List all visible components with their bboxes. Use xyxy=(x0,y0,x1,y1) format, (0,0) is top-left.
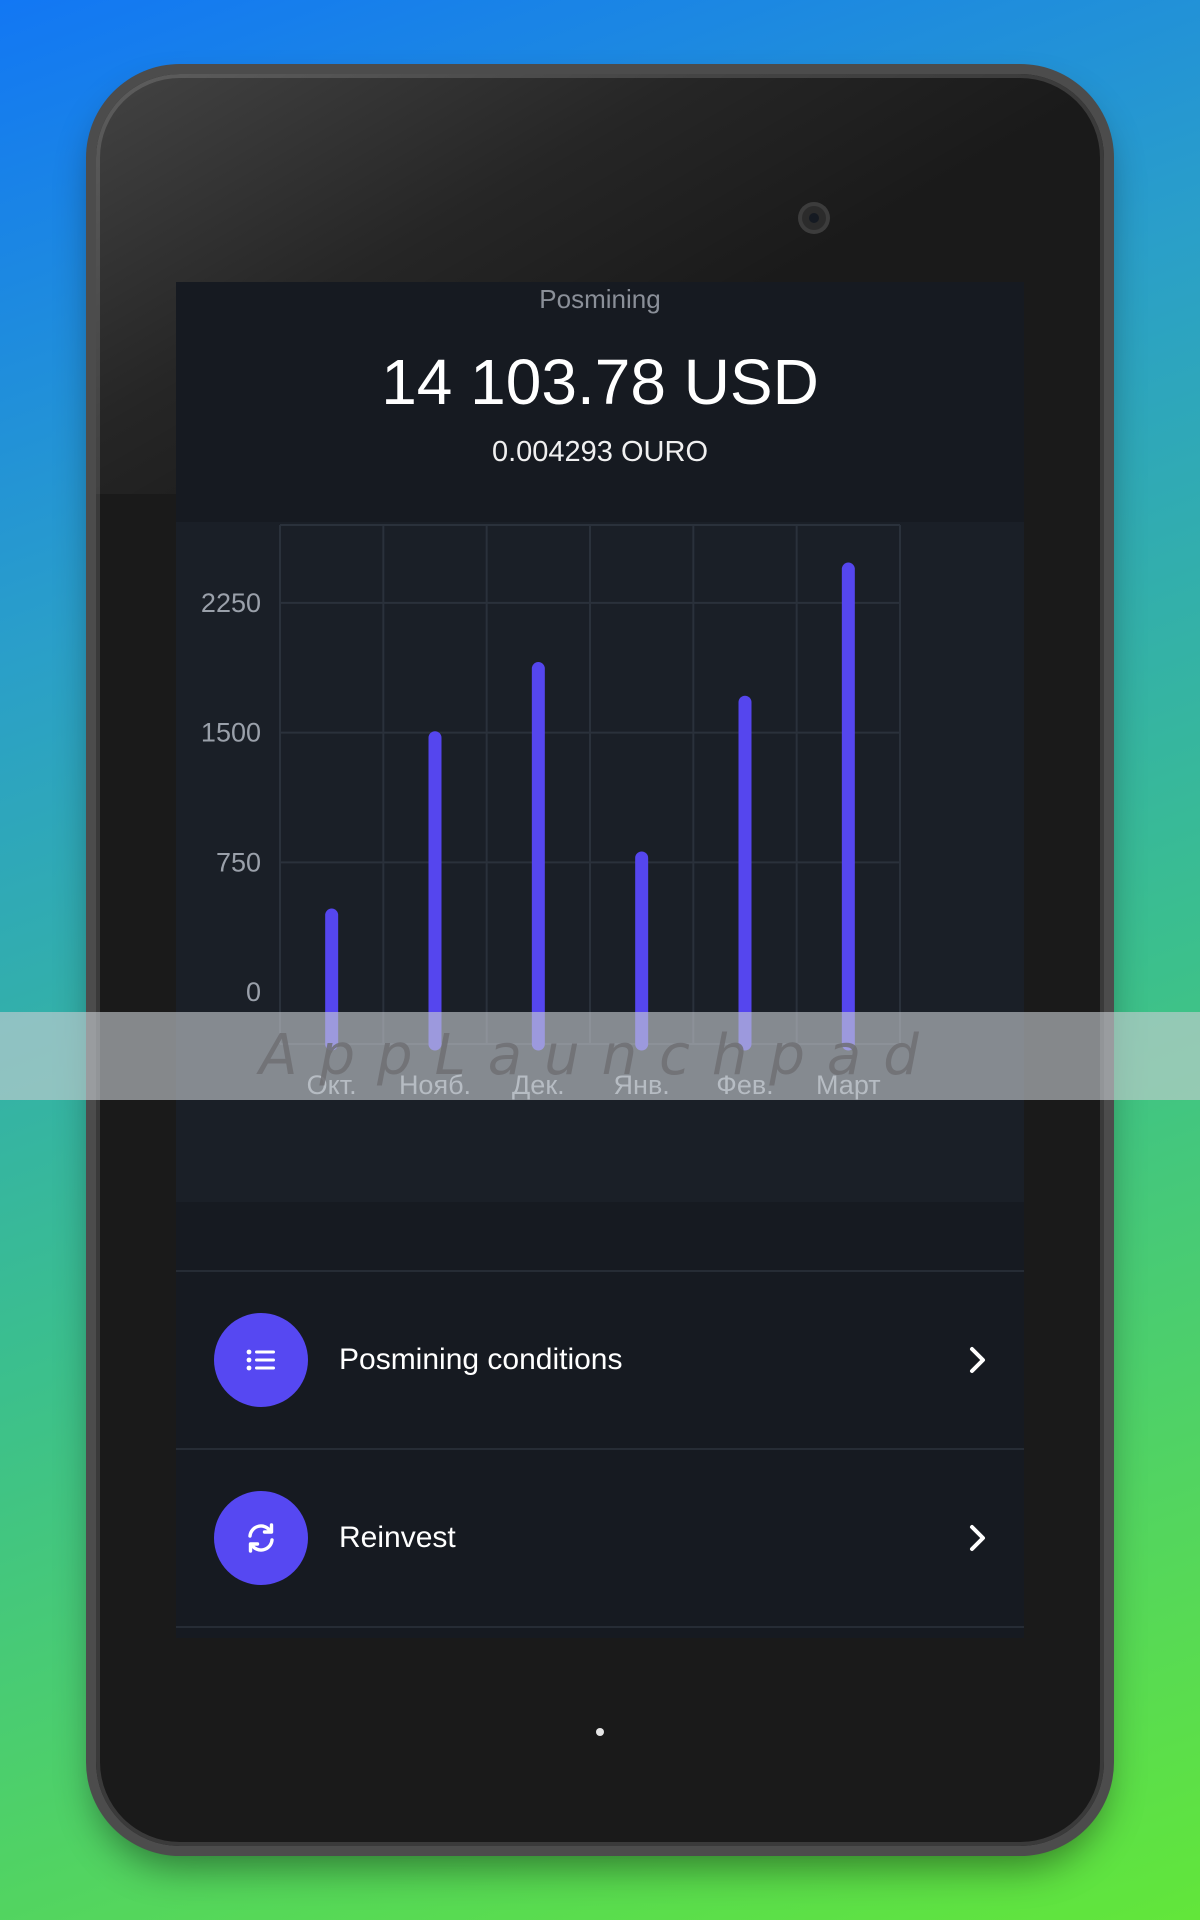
camera-lens xyxy=(802,206,826,230)
menu-item-posmining-conditions[interactable]: Posmining conditions xyxy=(176,1272,1024,1448)
y-tick-label: 750 xyxy=(216,847,261,877)
divider xyxy=(176,1626,1024,1628)
menu-label: Reinvest xyxy=(339,1521,456,1554)
y-tick-label: 2250 xyxy=(201,588,261,618)
menu-label: Posmining conditions xyxy=(339,1343,623,1376)
y-tick-label: 0 xyxy=(246,977,261,1007)
tablet-frame: Posmining 14 103.78 USD 0.004293 OURO 0 7… xyxy=(96,74,1104,1846)
balance-ouro: 0.004293 OURO xyxy=(491,436,708,468)
balance-usd: 14 103.78 USD xyxy=(381,346,819,418)
chart-svg: 075015002250Окт.Нояб.Дек.Янв.Фев.Март xyxy=(201,524,901,1100)
list-icon xyxy=(214,1313,308,1407)
chevron-right-icon xyxy=(970,1347,985,1373)
app-screen: Posmining 14 103.78 USD 0.004293 OURO 0 7… xyxy=(176,282,1024,1638)
menu-item-reinvest[interactable]: Reinvest xyxy=(176,1450,1024,1626)
posmining-chart: 075015002250Окт.Нояб.Дек.Янв.Фев.Март xyxy=(176,522,1024,1202)
refresh-icon xyxy=(214,1491,308,1585)
home-indicator xyxy=(596,1728,604,1736)
page-title: Posmining xyxy=(539,284,661,314)
y-tick-label: 1500 xyxy=(201,718,261,748)
watermark-text: AppLaunchpad xyxy=(259,1023,941,1088)
watermark-banner: AppLaunchpad xyxy=(0,1012,1200,1100)
chevron-right-icon xyxy=(970,1525,985,1551)
